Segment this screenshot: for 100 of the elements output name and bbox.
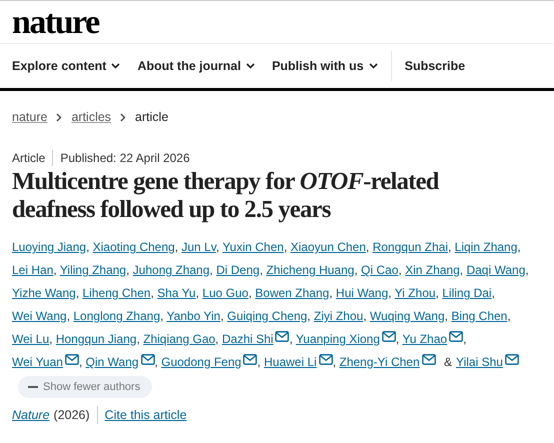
author-link[interactable]: Zheng-Yi Chen <box>339 355 420 369</box>
breadcrumb-link[interactable]: articles <box>71 110 112 124</box>
comma-separator: , <box>329 286 333 300</box>
author-link[interactable]: Yiling Zhang <box>60 263 126 277</box>
author-link[interactable]: Qin Wang <box>86 355 139 369</box>
author-link[interactable]: Yi Zhou <box>394 286 436 300</box>
author-link[interactable]: Yu Zhao <box>402 332 448 346</box>
comma-separator: , <box>332 355 336 369</box>
author-link[interactable]: Zhiqiang Gao <box>143 332 216 346</box>
comma-separator: , <box>463 332 466 346</box>
author-link[interactable]: Rongqun Zhai <box>372 240 448 254</box>
mail-icon[interactable] <box>64 354 79 365</box>
mail-icon[interactable] <box>504 354 519 365</box>
author-link[interactable]: Luo Guo <box>202 286 248 300</box>
comma-separator: , <box>525 263 529 277</box>
mail-icon[interactable] <box>243 354 258 365</box>
author-link[interactable]: Juhong Zhang <box>132 263 210 277</box>
comma-separator: , <box>160 309 164 323</box>
mail-icon[interactable] <box>318 354 333 365</box>
author-link[interactable]: Wuqing Wang <box>370 309 445 323</box>
comma-separator: , <box>215 332 219 346</box>
mail-icon[interactable] <box>140 354 155 365</box>
mail-icon[interactable] <box>382 331 396 342</box>
comma-separator: , <box>86 240 90 254</box>
author-link[interactable]: Qi Cao <box>361 263 398 277</box>
comma-separator: , <box>444 309 448 323</box>
comma-separator: , <box>257 355 261 369</box>
author-link[interactable]: Dazhi Shi <box>222 332 274 346</box>
author-link[interactable]: Yilai Shu <box>456 355 503 369</box>
author-link[interactable]: Longlong Zhang <box>73 309 160 323</box>
comma-separator: , <box>448 240 452 254</box>
author-link[interactable]: Yuxin Chen <box>222 240 284 254</box>
author-link[interactable]: Xiaoting Cheng <box>92 240 175 254</box>
comma-separator: , <box>363 309 367 323</box>
author-link[interactable]: Yizhe Wang <box>12 286 76 300</box>
author-link[interactable]: Hui Wang <box>336 286 388 300</box>
author-link[interactable]: Wei Wang <box>12 309 67 323</box>
chevron-down-icon <box>246 63 255 69</box>
author-link[interactable]: Zhicheng Huang <box>266 263 354 277</box>
author-link[interactable]: Wei Lu <box>12 332 50 346</box>
comma-separator: , <box>66 309 70 323</box>
comma-separator: , <box>366 240 370 254</box>
comma-separator: , <box>216 240 220 254</box>
comma-separator: , <box>53 263 57 277</box>
breadcrumb-link[interactable]: nature <box>12 110 48 124</box>
journal-link[interactable]: Nature <box>12 408 50 422</box>
author-link[interactable]: Guiqing Cheng <box>227 309 308 323</box>
author-link[interactable]: Xiaoyun Chen <box>290 240 366 254</box>
article-title: Multicentre gene therapy for OTOF-related deafness followed up to 2.5 years <box>12 168 440 224</box>
breadcrumb-current: article <box>135 110 168 124</box>
comma-separator: , <box>174 240 178 254</box>
author-link[interactable]: Luoying Jiang <box>12 240 86 254</box>
ampersand: & <box>444 355 452 369</box>
author-link[interactable]: Di Deng <box>216 263 260 277</box>
publication-year: (2026) <box>54 408 90 422</box>
comma-separator: , <box>396 332 400 346</box>
comma-separator: , <box>354 263 358 277</box>
cite-article-link[interactable]: Cite this article <box>104 408 187 422</box>
mail-icon[interactable] <box>275 331 290 342</box>
article-type: Article <box>12 151 46 165</box>
comma-separator: , <box>248 286 252 300</box>
comma-separator: , <box>210 263 213 277</box>
chevron-right-icon <box>56 112 62 122</box>
author-link[interactable]: Daqi Wang <box>466 263 526 277</box>
author-link[interactable]: Wei Yuan <box>12 355 63 369</box>
nav-menu-item[interactable]: Explore content <box>12 51 120 81</box>
nav-menu-item[interactable]: Subscribe <box>404 51 466 81</box>
author-link[interactable]: Ziyi Zhou <box>314 309 364 323</box>
author-link[interactable]: Liling Dai <box>442 286 492 300</box>
nav-menu-item[interactable]: About the journal <box>137 51 255 81</box>
comma-separator: , <box>49 332 52 346</box>
comma-separator: , <box>507 309 511 323</box>
chevron-right-icon <box>120 112 126 122</box>
author-link[interactable]: Jun Lv <box>182 240 216 254</box>
comma-separator: , <box>154 355 158 369</box>
author-link[interactable]: Yuanping Xiong <box>296 332 380 346</box>
author-link[interactable]: Xin Zhang <box>405 263 460 277</box>
show-fewer-authors-button[interactable]: Show fewer authors <box>18 376 152 398</box>
comma-separator: , <box>150 286 154 300</box>
publication-date: Published: 22 April 2026 <box>60 151 190 165</box>
site-logo[interactable]: nature <box>12 4 99 41</box>
author-link[interactable]: Lei Han <box>12 263 54 277</box>
author-link[interactable]: Hongqun Jiang <box>56 332 137 346</box>
author-link[interactable]: Liqin Zhang <box>454 240 518 254</box>
comma-separator: , <box>196 286 200 300</box>
comma-separator: , <box>76 286 80 300</box>
author-link[interactable]: Liheng Chen <box>82 286 151 300</box>
comma-separator: , <box>398 263 402 277</box>
comma-separator: , <box>284 240 288 254</box>
author-link[interactable]: Guodong Feng <box>161 355 242 369</box>
mail-icon[interactable] <box>422 354 436 365</box>
author-link[interactable]: Bing Chen <box>451 309 508 323</box>
author-link[interactable]: Yanbo Yin <box>166 309 220 323</box>
author-link[interactable]: Bowen Zhang <box>255 286 330 300</box>
mail-icon[interactable] <box>449 331 464 342</box>
author-link[interactable]: Sha Yu <box>157 286 196 300</box>
comma-separator: , <box>289 332 293 346</box>
comma-separator: , <box>78 355 82 369</box>
author-link[interactable]: Huawei Li <box>264 355 317 369</box>
nav-menu-item[interactable]: Publish with us <box>272 51 378 81</box>
